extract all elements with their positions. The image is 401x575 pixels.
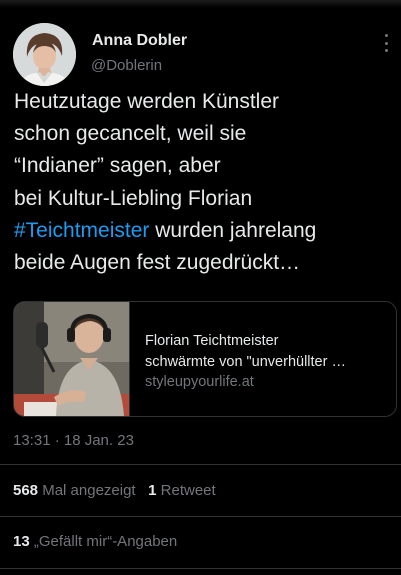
hashtag-link[interactable]: #Teichtmeister (14, 219, 149, 242)
author-handle[interactable]: @Doblerin (91, 57, 162, 74)
card-title-line1: Florian Teichtmeister (145, 333, 279, 349)
author-name[interactable]: Anna Dobler (92, 32, 187, 50)
card-text: Florian Teichtmeister schwärmte von "unv… (145, 331, 390, 393)
more-options-icon[interactable] (382, 34, 390, 52)
tweet-line: beide Augen fest zugedrückt… (14, 251, 301, 275)
likes-link[interactable]: 13 „Gefällt mir“-Angaben (13, 533, 177, 550)
divider (0, 516, 401, 517)
top-edge (0, 0, 401, 8)
card-image (14, 302, 130, 416)
dot (384, 34, 388, 37)
retweets-label: Retweet (160, 482, 216, 499)
link-card[interactable]: Florian Teichtmeister schwärmte von "unv… (13, 301, 397, 417)
dot (384, 49, 388, 52)
card-title-line2: schwärmte von "unverhüllter … (145, 353, 346, 370)
likes-count: 13 (13, 533, 30, 550)
stats-row: 568 Mal angezeigt 1 Retweet (13, 482, 216, 499)
tweet-line-rest: wurden jahrelang (149, 218, 317, 242)
tweet-line: “Indianer” sagen, aber (14, 154, 221, 178)
retweets-link[interactable]: 1 Retweet (148, 482, 216, 499)
views-label: Mal angezeigt (42, 482, 136, 499)
divider (0, 568, 401, 569)
tweet-line: #Teichtmeister wurden jahrelang (14, 215, 394, 247)
avatar-photo (13, 23, 76, 86)
card-photo (14, 302, 129, 416)
tweet-line: bei Kultur-Liebling Florian (14, 186, 253, 210)
card-domain: styleupyourlife.at (145, 374, 254, 390)
dot (384, 41, 388, 45)
likes-label: „Gefällt mir“-Angaben (33, 533, 178, 550)
divider (0, 464, 401, 465)
tweet-line: schon gecancelt, weil sie (14, 122, 247, 146)
avatar[interactable] (13, 23, 76, 86)
tweet-text: Heutzutage werden Künstler schon gecance… (14, 86, 394, 279)
timestamp[interactable]: 13:31 · 18 Jan. 23 (13, 432, 134, 449)
views-count: 568 (13, 482, 39, 499)
retweets-count: 1 (148, 482, 157, 499)
tweet-line: Heutzutage werden Künstler (14, 90, 279, 113)
